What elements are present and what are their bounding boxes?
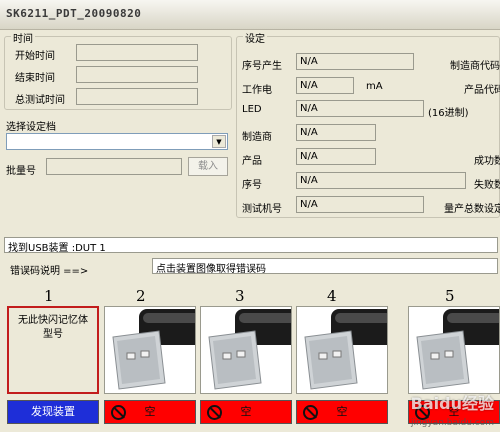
settings-group-title: 设定 [243,30,267,45]
settings-value: N/A [296,148,376,165]
settings-label: LED [242,104,262,115]
settings-right-label: 制造商代码 [450,61,500,72]
profile-label: 选择设定档 [6,122,56,133]
total-time-field [76,88,198,105]
chevron-down-icon[interactable]: ▼ [212,135,226,148]
found-device-field: 找到USB装置 :DUT 1 [4,237,498,253]
settings-right-label: 成功数 [474,156,500,167]
settings-label: 序号 [242,180,262,191]
slot-number: 5 [445,287,455,305]
slot-status-label: 空 [240,405,252,418]
settings-value: N/A [296,77,354,94]
error-code-field: 点击装置图像取得错误码 [152,258,498,274]
settings-suffix: (16进制) [428,108,469,119]
slot-status-button[interactable]: 空 [104,400,196,424]
window-title: SK6211_PDT_20090820 [6,7,142,20]
title-bar: SK6211_PDT_20090820 [0,0,500,30]
batch-label: 批量号 [6,166,36,177]
watermark-url: jingyan.baidu.com [410,418,494,428]
slot-status-label: 空 [336,405,348,418]
settings-label: 测试机号 [242,204,282,215]
start-time-field [76,44,198,61]
end-time-label: 结束时间 [15,73,55,84]
settings-right-label: 产品代码 [464,85,500,96]
profile-dropdown[interactable]: ▼ [6,133,228,150]
settings-right-label: 量产总数设定 [444,204,500,215]
slot-status-button[interactable]: 空 [200,400,292,424]
settings-value: N/A [296,196,424,213]
usb-drive-icon [304,309,387,390]
device-slot-3[interactable] [200,306,292,394]
watermark-logo: Baidu经验 [410,394,494,413]
device-slot-4[interactable] [296,306,388,394]
settings-label: 制造商 [242,132,272,143]
usb-drive-icon [208,309,291,390]
settings-value: N/A [296,100,424,117]
usb-drive-icon [112,309,195,390]
slot-number: 1 [44,287,54,305]
settings-label: 序号产生 [242,61,282,72]
batch-field[interactable] [46,158,182,175]
error-code-label: 错误码说明 ==> [10,266,89,277]
slot-message: 无此快闪记忆体型号 [18,315,88,340]
slot-status-button[interactable]: 空 [296,400,388,424]
settings-value: N/A [296,124,376,141]
slot-status-label: 空 [144,405,156,418]
settings-label: 产品 [242,156,262,167]
settings-value: N/A [296,172,466,189]
settings-value: N/A [296,53,414,70]
no-entry-icon [111,405,126,420]
slot-number: 4 [327,287,337,305]
settings-label: 工作电 [242,85,272,96]
load-button[interactable]: 载入 [188,157,228,176]
total-time-label: 总测试时间 [15,95,65,106]
start-time-label: 开始时间 [15,51,55,62]
end-time-field [76,66,198,83]
slot-number: 2 [136,287,146,305]
no-entry-icon [303,405,318,420]
settings-right-label: 失败数 [474,180,500,191]
settings-suffix: mA [366,81,383,92]
device-slot-2[interactable] [104,306,196,394]
device-slot-1[interactable]: 无此快闪记忆体型号 [7,306,99,394]
slot-number: 3 [235,287,245,305]
time-group-title: 时间 [11,30,35,45]
device-slot-5[interactable] [408,306,500,394]
slot-status-button[interactable]: 发现装置 [7,400,99,424]
no-entry-icon [207,405,222,420]
usb-drive-icon [416,309,499,390]
